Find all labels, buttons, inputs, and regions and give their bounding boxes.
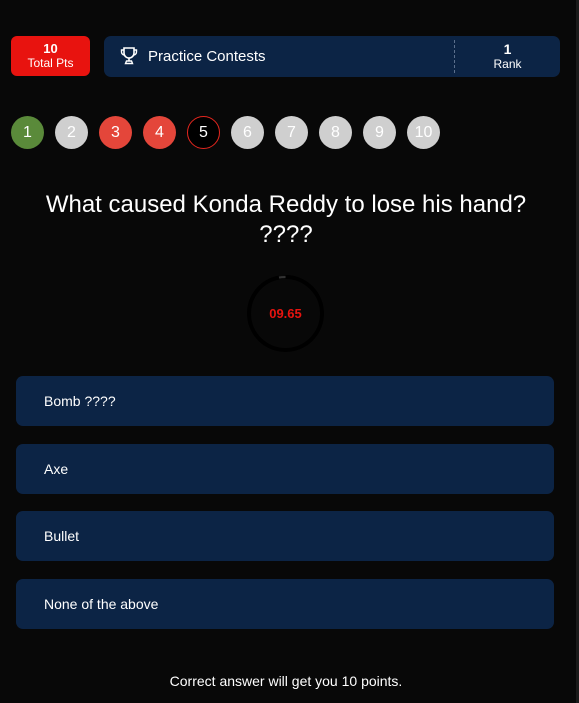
question-nav-4[interactable]: 4 [143, 116, 176, 149]
question-nav-1[interactable]: 1 [11, 116, 44, 149]
question-nav-2[interactable]: 2 [55, 116, 88, 149]
option-1-button[interactable]: Bomb ???? [16, 376, 554, 426]
rank-value: 1 [503, 40, 512, 57]
points-hint: Correct answer will get you 10 points. [169, 673, 403, 689]
question-text: What caused Konda Reddy to lose his hand… [45, 191, 527, 248]
question-nav-6[interactable]: 6 [231, 116, 264, 149]
option-4-button[interactable]: None of the above [16, 579, 554, 629]
question-navigator: 1 2 3 4 5 6 7 8 9 10 [11, 116, 440, 149]
option-3-label: Bullet [44, 528, 80, 544]
option-2-label: Axe [44, 461, 69, 477]
question-nav-10[interactable]: 10 [407, 116, 440, 149]
total-points-value: 10 [43, 41, 58, 56]
rank-label: Rank [493, 56, 522, 71]
option-1-label: Bomb ???? [44, 393, 116, 409]
contest-title: Practice Contests [148, 48, 266, 65]
contest-panel: Practice Contests 1 Rank [104, 36, 560, 77]
question-nav-8[interactable]: 8 [319, 116, 352, 149]
question-nav-7[interactable]: 7 [275, 116, 308, 149]
option-2-button[interactable]: Axe [16, 444, 554, 494]
header-bar: 10 Total Pts Practice Contests 1 Rank [11, 36, 560, 77]
trophy-icon [119, 46, 139, 66]
timer-value: 09.65 [269, 306, 302, 321]
question-nav-5[interactable]: 5 [187, 116, 220, 149]
total-points-label: Total Pts [27, 56, 74, 70]
countdown-timer: 09.65 [246, 274, 325, 353]
question-nav-3[interactable]: 3 [99, 116, 132, 149]
total-points-badge: 10 Total Pts [11, 36, 90, 76]
option-4-label: None of the above [44, 596, 159, 612]
question-nav-9[interactable]: 9 [363, 116, 396, 149]
option-3-button[interactable]: Bullet [16, 511, 554, 561]
rank-display: 1 Rank [455, 36, 560, 77]
